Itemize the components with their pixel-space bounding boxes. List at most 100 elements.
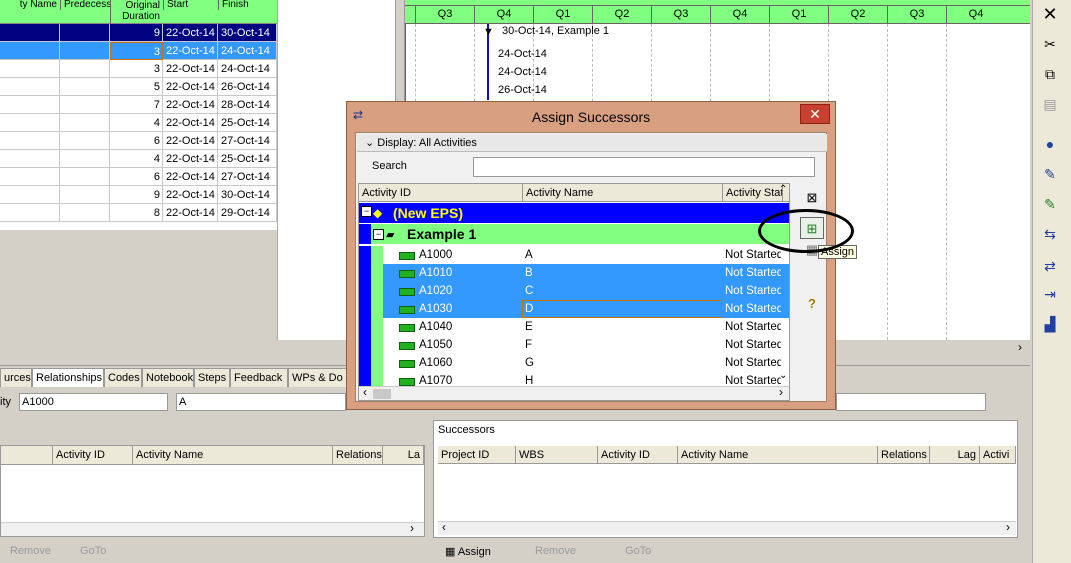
table-row[interactable]: 3 22-Oct-14 24-Oct-14 [0, 42, 277, 60]
goto-button[interactable]: GoTo [80, 545, 106, 557]
cell-duration: 5 [110, 78, 163, 96]
col-wbs[interactable]: WBS [516, 446, 598, 464]
cell-name [0, 78, 60, 96]
col-start[interactable]: Start [163, 0, 218, 10]
col-original-duration[interactable]: Original Duration [110, 0, 163, 24]
timescale-header: Q3 Q4 Q1 Q2 Q3 Q4 Q1 Q2 Q3 Q4 [405, 0, 1030, 24]
col-lag[interactable]: La [383, 446, 424, 464]
table-row[interactable]: 4 22-Oct-14 25-Oct-14 [0, 114, 277, 132]
activity-name: G [525, 357, 534, 369]
assign-predecessor-icon[interactable]: ⇆ [1036, 222, 1064, 246]
list-item[interactable]: A1020 C Not Started [359, 282, 789, 300]
cell-duration: 6 [110, 168, 163, 186]
list-item[interactable]: A1030 D Not Started [359, 300, 789, 318]
cell-name [0, 150, 60, 168]
col-activity-name[interactable]: Activity Name [523, 184, 723, 202]
assign-code-icon[interactable]: ✎ [1036, 192, 1064, 216]
scroll-right-arrow[interactable]: › [1018, 340, 1022, 354]
activity-id: A1050 [419, 339, 453, 351]
table-row[interactable]: 6 22-Oct-14 27-Oct-14 [0, 168, 277, 186]
col-finish[interactable]: Finish [218, 0, 277, 10]
list-item[interactable]: A1060 G Not Started [359, 354, 789, 372]
activity-id-field[interactable]: A1000 [19, 393, 168, 411]
tab-feedback[interactable]: Feedback [230, 368, 288, 387]
table-row[interactable]: 9 22-Oct-14 30-Oct-14 [0, 24, 277, 42]
col-activity-status[interactable]: Activity Stat [723, 184, 783, 202]
project-row[interactable]: − ▰ Example 1 [359, 224, 789, 244]
table-row[interactable]: 4 22-Oct-14 25-Oct-14 [0, 150, 277, 168]
col-activity-name[interactable]: ty Name [0, 0, 60, 10]
display-filter[interactable]: ⌄ Display: All Activities [357, 134, 827, 152]
predecessors-table-header: Activity ID Activity Name Relations La [1, 446, 424, 465]
link-icon[interactable]: ⇥ [1036, 282, 1064, 306]
copy-icon[interactable]: ⧉ [1036, 62, 1064, 86]
tab-urces[interactable]: urces [0, 368, 32, 387]
close-button[interactable]: ✕ [800, 104, 830, 124]
collapse-icon[interactable]: − [373, 229, 384, 240]
gantt-milestone-marker: ▼ [483, 26, 494, 38]
activity-status: Not Started [725, 321, 781, 333]
remove-button[interactable]: Remove [535, 545, 576, 557]
assign-successor-icon[interactable]: ⇄ [1036, 254, 1064, 278]
cell-predecessor [60, 42, 110, 60]
assign-button[interactable]: ▦ Assign [445, 545, 491, 558]
tab-wps-do[interactable]: WPs & Do [288, 368, 348, 387]
cell-finish: 24-Oct-14 [218, 42, 277, 60]
col-relationship[interactable]: Relations [878, 446, 930, 464]
col-relationship[interactable]: Relations [333, 446, 383, 464]
table-row[interactable]: 3 22-Oct-14 24-Oct-14 [0, 60, 277, 78]
eps-row[interactable]: − ◆ (New EPS) [359, 203, 789, 223]
activity-extra-field[interactable] [836, 393, 986, 411]
tab-steps[interactable]: Steps [194, 368, 230, 387]
eps-icon: ◆ [373, 206, 383, 220]
timescale-quarter: Q3 [651, 6, 710, 24]
cell-name [0, 96, 60, 114]
list-item[interactable]: A1040 E Not Started [359, 318, 789, 336]
cell-start: 22-Oct-14 [163, 42, 218, 60]
paste-icon[interactable]: ▤ [1036, 92, 1064, 116]
activity-status: Not Started [725, 267, 781, 279]
col-predecessors[interactable]: Predecess [60, 0, 110, 10]
col-project-id[interactable]: Project ID [438, 446, 516, 464]
horizontal-scrollbar[interactable]: ‹ › [438, 520, 1016, 535]
tab-notebook[interactable]: Notebook [142, 368, 194, 387]
table-row[interactable]: 7 22-Oct-14 28-Oct-14 [0, 96, 277, 114]
project-label: Example 1 [407, 226, 477, 242]
col-activity-id[interactable]: Activity ID [598, 446, 678, 464]
help-icon[interactable]: ? [800, 293, 824, 315]
col-activity-id[interactable]: Activity ID [53, 446, 133, 464]
close-icon[interactable]: ✕ [1036, 2, 1064, 26]
remove-successor-icon[interactable]: ⊠ [800, 187, 824, 209]
table-row[interactable]: 9 22-Oct-14 30-Oct-14 [0, 186, 277, 204]
activity-name-field[interactable]: A [176, 393, 346, 411]
assign-resource-icon[interactable]: ● [1036, 132, 1064, 156]
cell-start: 22-Oct-14 [163, 132, 218, 150]
list-item[interactable]: A1000 A Not Started [359, 246, 789, 264]
horizontal-scrollbar[interactable]: ‹ › [359, 385, 789, 400]
search-input[interactable] [473, 157, 815, 177]
collapse-icon[interactable]: − [361, 206, 372, 217]
horizontal-scrollbar[interactable]: › [1, 521, 424, 536]
assign-role-icon[interactable]: ✎ [1036, 162, 1064, 186]
cut-icon[interactable]: ✂ [1036, 32, 1064, 56]
col-activity-name[interactable]: Activity Name [678, 446, 878, 464]
chevron-down-icon: ⌄ [365, 137, 378, 149]
cell-predecessor [60, 78, 110, 96]
list-item[interactable]: A1010 B Not Started [359, 264, 789, 282]
tab-relationships[interactable]: Relationships [32, 368, 104, 387]
col-activity-status[interactable]: Activi [980, 446, 1016, 464]
col-activity-id[interactable]: Activity ID [359, 184, 523, 202]
cell-predecessor [60, 60, 110, 78]
list-item[interactable]: A1050 F Not Started [359, 336, 789, 354]
col-activity-name[interactable]: Activity Name [133, 446, 333, 464]
cell-finish: 24-Oct-14 [218, 60, 277, 78]
cell-finish: 27-Oct-14 [218, 132, 277, 150]
table-row[interactable]: 6 22-Oct-14 27-Oct-14 [0, 132, 277, 150]
level-icon[interactable]: ▟ [1036, 312, 1064, 336]
col-lag[interactable]: Lag [930, 446, 980, 464]
remove-button[interactable]: Remove [10, 545, 51, 557]
table-row[interactable]: 8 22-Oct-14 29-Oct-14 [0, 204, 277, 222]
table-row[interactable]: 5 22-Oct-14 26-Oct-14 [0, 78, 277, 96]
tab-codes[interactable]: Codes [104, 368, 142, 387]
goto-button[interactable]: GoTo [625, 545, 651, 557]
